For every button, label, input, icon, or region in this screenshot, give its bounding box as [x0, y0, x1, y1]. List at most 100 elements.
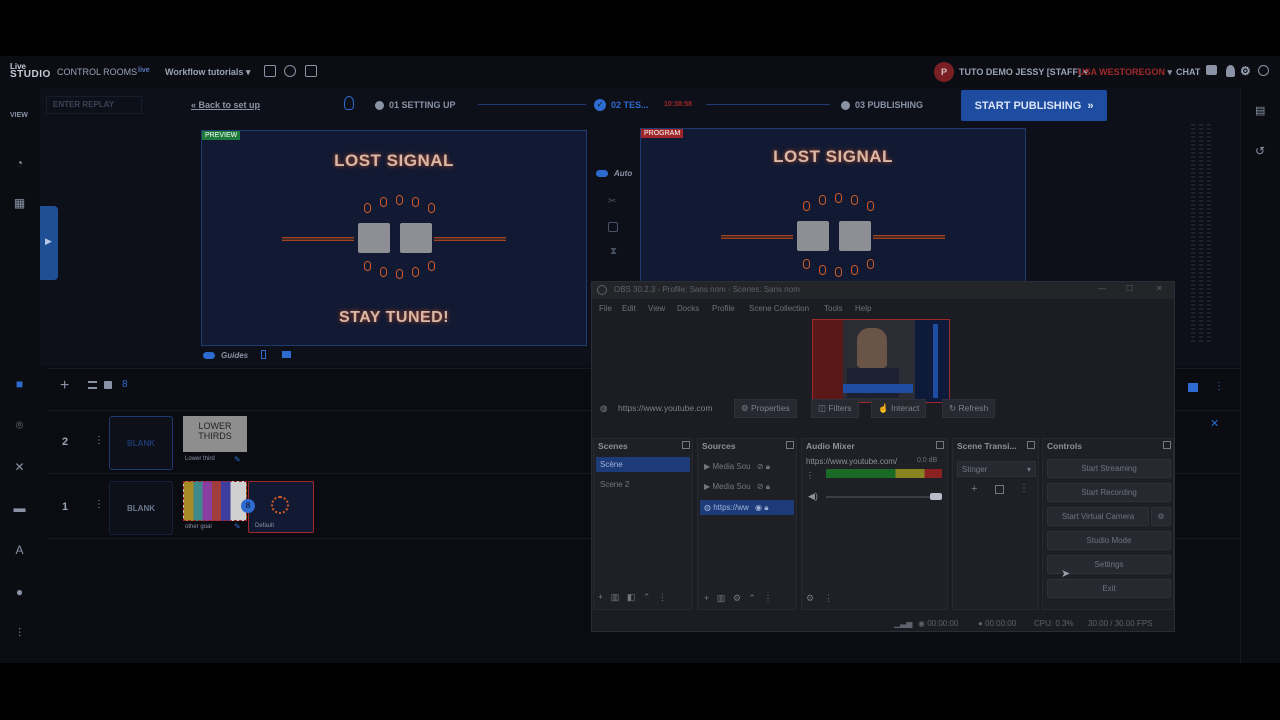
auto-toggle[interactable] — [596, 170, 608, 177]
preview-monitor[interactable]: PREVIEW LOST SIGNAL STAY TUNED! — [201, 130, 587, 346]
more-icon[interactable]: ⋮ — [824, 593, 833, 603]
blank-tile[interactable]: BLANK — [109, 481, 173, 535]
fade-icon[interactable] — [608, 222, 618, 232]
undock-icon[interactable] — [1163, 441, 1171, 449]
camera-icon[interactable]: ■ — [13, 378, 26, 391]
visibility-hidden-icon[interactable]: ⊘ — [757, 482, 764, 491]
menu-scene-collection[interactable]: Scene Collection — [749, 304, 809, 313]
menu-file[interactable]: File — [599, 304, 612, 313]
add-icon[interactable]: + — [598, 592, 603, 602]
menu-docks[interactable]: Docks — [677, 304, 699, 313]
link-badge-icon[interactable]: 8 — [241, 499, 255, 513]
lock-icon[interactable] — [104, 381, 112, 389]
filter-icon[interactable]: ◧ — [627, 592, 636, 602]
eye-icon[interactable]: ◉ — [755, 503, 762, 512]
obs-preview-canvas[interactable] — [812, 319, 950, 403]
color-bars-tile[interactable] — [183, 481, 247, 521]
menu-profile[interactable]: Profile — [712, 304, 735, 313]
lock-icon[interactable]: 🔒︎ — [766, 462, 770, 471]
speaker-icon[interactable]: ◀) — [808, 491, 818, 502]
edit-pencil-icon[interactable]: ✎ — [234, 522, 241, 531]
step-setting-up[interactable]: 01 SETTING UP — [389, 100, 456, 110]
visibility-hidden-icon[interactable]: ⊘ — [757, 462, 764, 471]
refresh-icon[interactable]: ↺ — [1255, 144, 1265, 158]
drag-handle-icon[interactable]: ⋮ — [94, 499, 104, 510]
blank-tile[interactable]: BLANK — [109, 416, 173, 470]
more-icon[interactable]: ⋮ — [763, 593, 772, 603]
drag-handle-icon[interactable]: ⋮ — [94, 435, 104, 446]
undock-icon[interactable] — [786, 441, 794, 449]
undock-icon[interactable] — [682, 441, 690, 449]
undock-icon[interactable] — [1027, 441, 1035, 449]
start-recording-button[interactable]: Start Recording — [1047, 483, 1171, 502]
side-panel-toggle[interactable]: ▶ — [40, 206, 58, 280]
region-city-dropdown[interactable]: OREGON ▾ — [1125, 67, 1172, 78]
list-panel-icon[interactable]: ▤ — [1255, 104, 1265, 117]
tools-icon[interactable]: ✕ — [13, 461, 26, 474]
grid-icon[interactable]: ▦ — [13, 197, 26, 210]
lock-icon[interactable]: 🔒︎ — [764, 503, 768, 512]
program-monitor[interactable]: PROGRAM LOST SIGNAL — [640, 128, 1026, 283]
hourglass-icon[interactable]: ⧗ — [610, 246, 617, 257]
step-testing[interactable]: 02 TES... — [611, 100, 649, 110]
interact-button[interactable]: ☝ Interact — [871, 399, 927, 418]
back-to-setup-link[interactable]: « Back to set up — [191, 100, 260, 110]
source-item[interactable]: ▶ Media Sou ⊘ 🔒︎ — [700, 479, 794, 494]
menu-tools[interactable]: Tools — [824, 304, 843, 313]
grid-layout-icon[interactable] — [305, 65, 317, 77]
studio-mode-button[interactable]: Studio Mode — [1047, 531, 1171, 550]
screens-icon[interactable] — [1188, 383, 1198, 392]
user-avatar[interactable]: P — [934, 62, 954, 82]
undock-icon[interactable] — [936, 441, 944, 449]
screen-icon[interactable] — [282, 351, 291, 358]
more-icon[interactable]: ⋮ — [1019, 483, 1029, 494]
control-rooms-link[interactable]: CONTROL ROOMS — [57, 67, 137, 77]
trash-icon[interactable]: ▥ — [717, 593, 726, 603]
menu-view[interactable]: View — [648, 304, 665, 313]
chat-button[interactable]: CHAT — [1176, 67, 1200, 77]
link-icon[interactable]: 8 — [122, 379, 128, 390]
filters-button[interactable]: ◫ Filters — [811, 399, 859, 418]
add-icon[interactable]: + — [704, 593, 709, 603]
exit-button[interactable]: Exit — [1047, 579, 1171, 598]
close-icon[interactable]: ✕ — [1156, 284, 1163, 293]
message-icon[interactable] — [1206, 65, 1217, 75]
volume-slider[interactable] — [826, 496, 942, 498]
mixer-more-icon[interactable]: ⋮ — [806, 471, 814, 480]
info-icon[interactable] — [1258, 65, 1269, 76]
comment-icon[interactable]: ▬ — [13, 502, 26, 515]
user-menu[interactable]: TUTO DEMO JESSY [STAFF] ▾ — [959, 67, 1088, 78]
align-icon[interactable] — [88, 381, 97, 389]
source-item-selected[interactable]: ◍ https://ww ◉ 🔒︎ — [700, 500, 794, 515]
edit-pencil-icon[interactable]: ✎ — [234, 455, 241, 464]
more-icon[interactable]: ⋮ — [658, 592, 667, 602]
transition-select[interactable]: Stinger ▾ — [957, 461, 1036, 477]
trash-icon[interactable]: ▥ — [611, 592, 620, 602]
more-vertical-icon[interactable]: ⋮ — [1214, 381, 1224, 392]
user-icon[interactable] — [1226, 65, 1235, 77]
scene-item[interactable]: Scene 2 — [596, 477, 633, 492]
transition-properties-icon[interactable] — [995, 485, 1004, 494]
up-icon[interactable]: ⌃ — [748, 593, 756, 603]
lost-signal-thumbnail[interactable]: Default — [248, 481, 314, 533]
enter-replay-button[interactable]: ENTER REPLAY — [46, 96, 142, 114]
add-track-icon[interactable]: + — [60, 377, 69, 395]
sliders-icon[interactable]: ⫶ — [13, 627, 26, 640]
gear-icon[interactable]: ⚙ — [733, 593, 741, 603]
guides-toggle[interactable] — [203, 352, 215, 359]
volume-slider-handle[interactable] — [930, 493, 942, 500]
broadcast-icon[interactable]: ⌾ — [13, 419, 26, 432]
globe-icon[interactable] — [284, 65, 296, 77]
text-overlay-icon[interactable]: A — [13, 544, 26, 557]
start-virtual-camera-button[interactable]: Start Virtual Camera — [1047, 507, 1149, 526]
lower-thirds-tile[interactable]: LOWER THIRDS — [183, 416, 247, 452]
phone-icon[interactable] — [261, 350, 266, 359]
menu-help[interactable]: Help — [855, 304, 871, 313]
virtual-camera-settings-icon[interactable]: ⚙ — [1151, 507, 1171, 526]
source-item[interactable]: ▶ Media Sou ⊘ 🔒︎ — [700, 459, 794, 474]
properties-button[interactable]: ⚙ Properties — [734, 399, 797, 418]
gear-icon[interactable]: ⚙ — [1240, 64, 1251, 78]
refresh-button[interactable]: ↻ Refresh — [942, 399, 996, 418]
gamepad-icon[interactable]: ● — [13, 586, 26, 599]
step-publishing[interactable]: 03 PUBLISHING — [855, 100, 923, 110]
